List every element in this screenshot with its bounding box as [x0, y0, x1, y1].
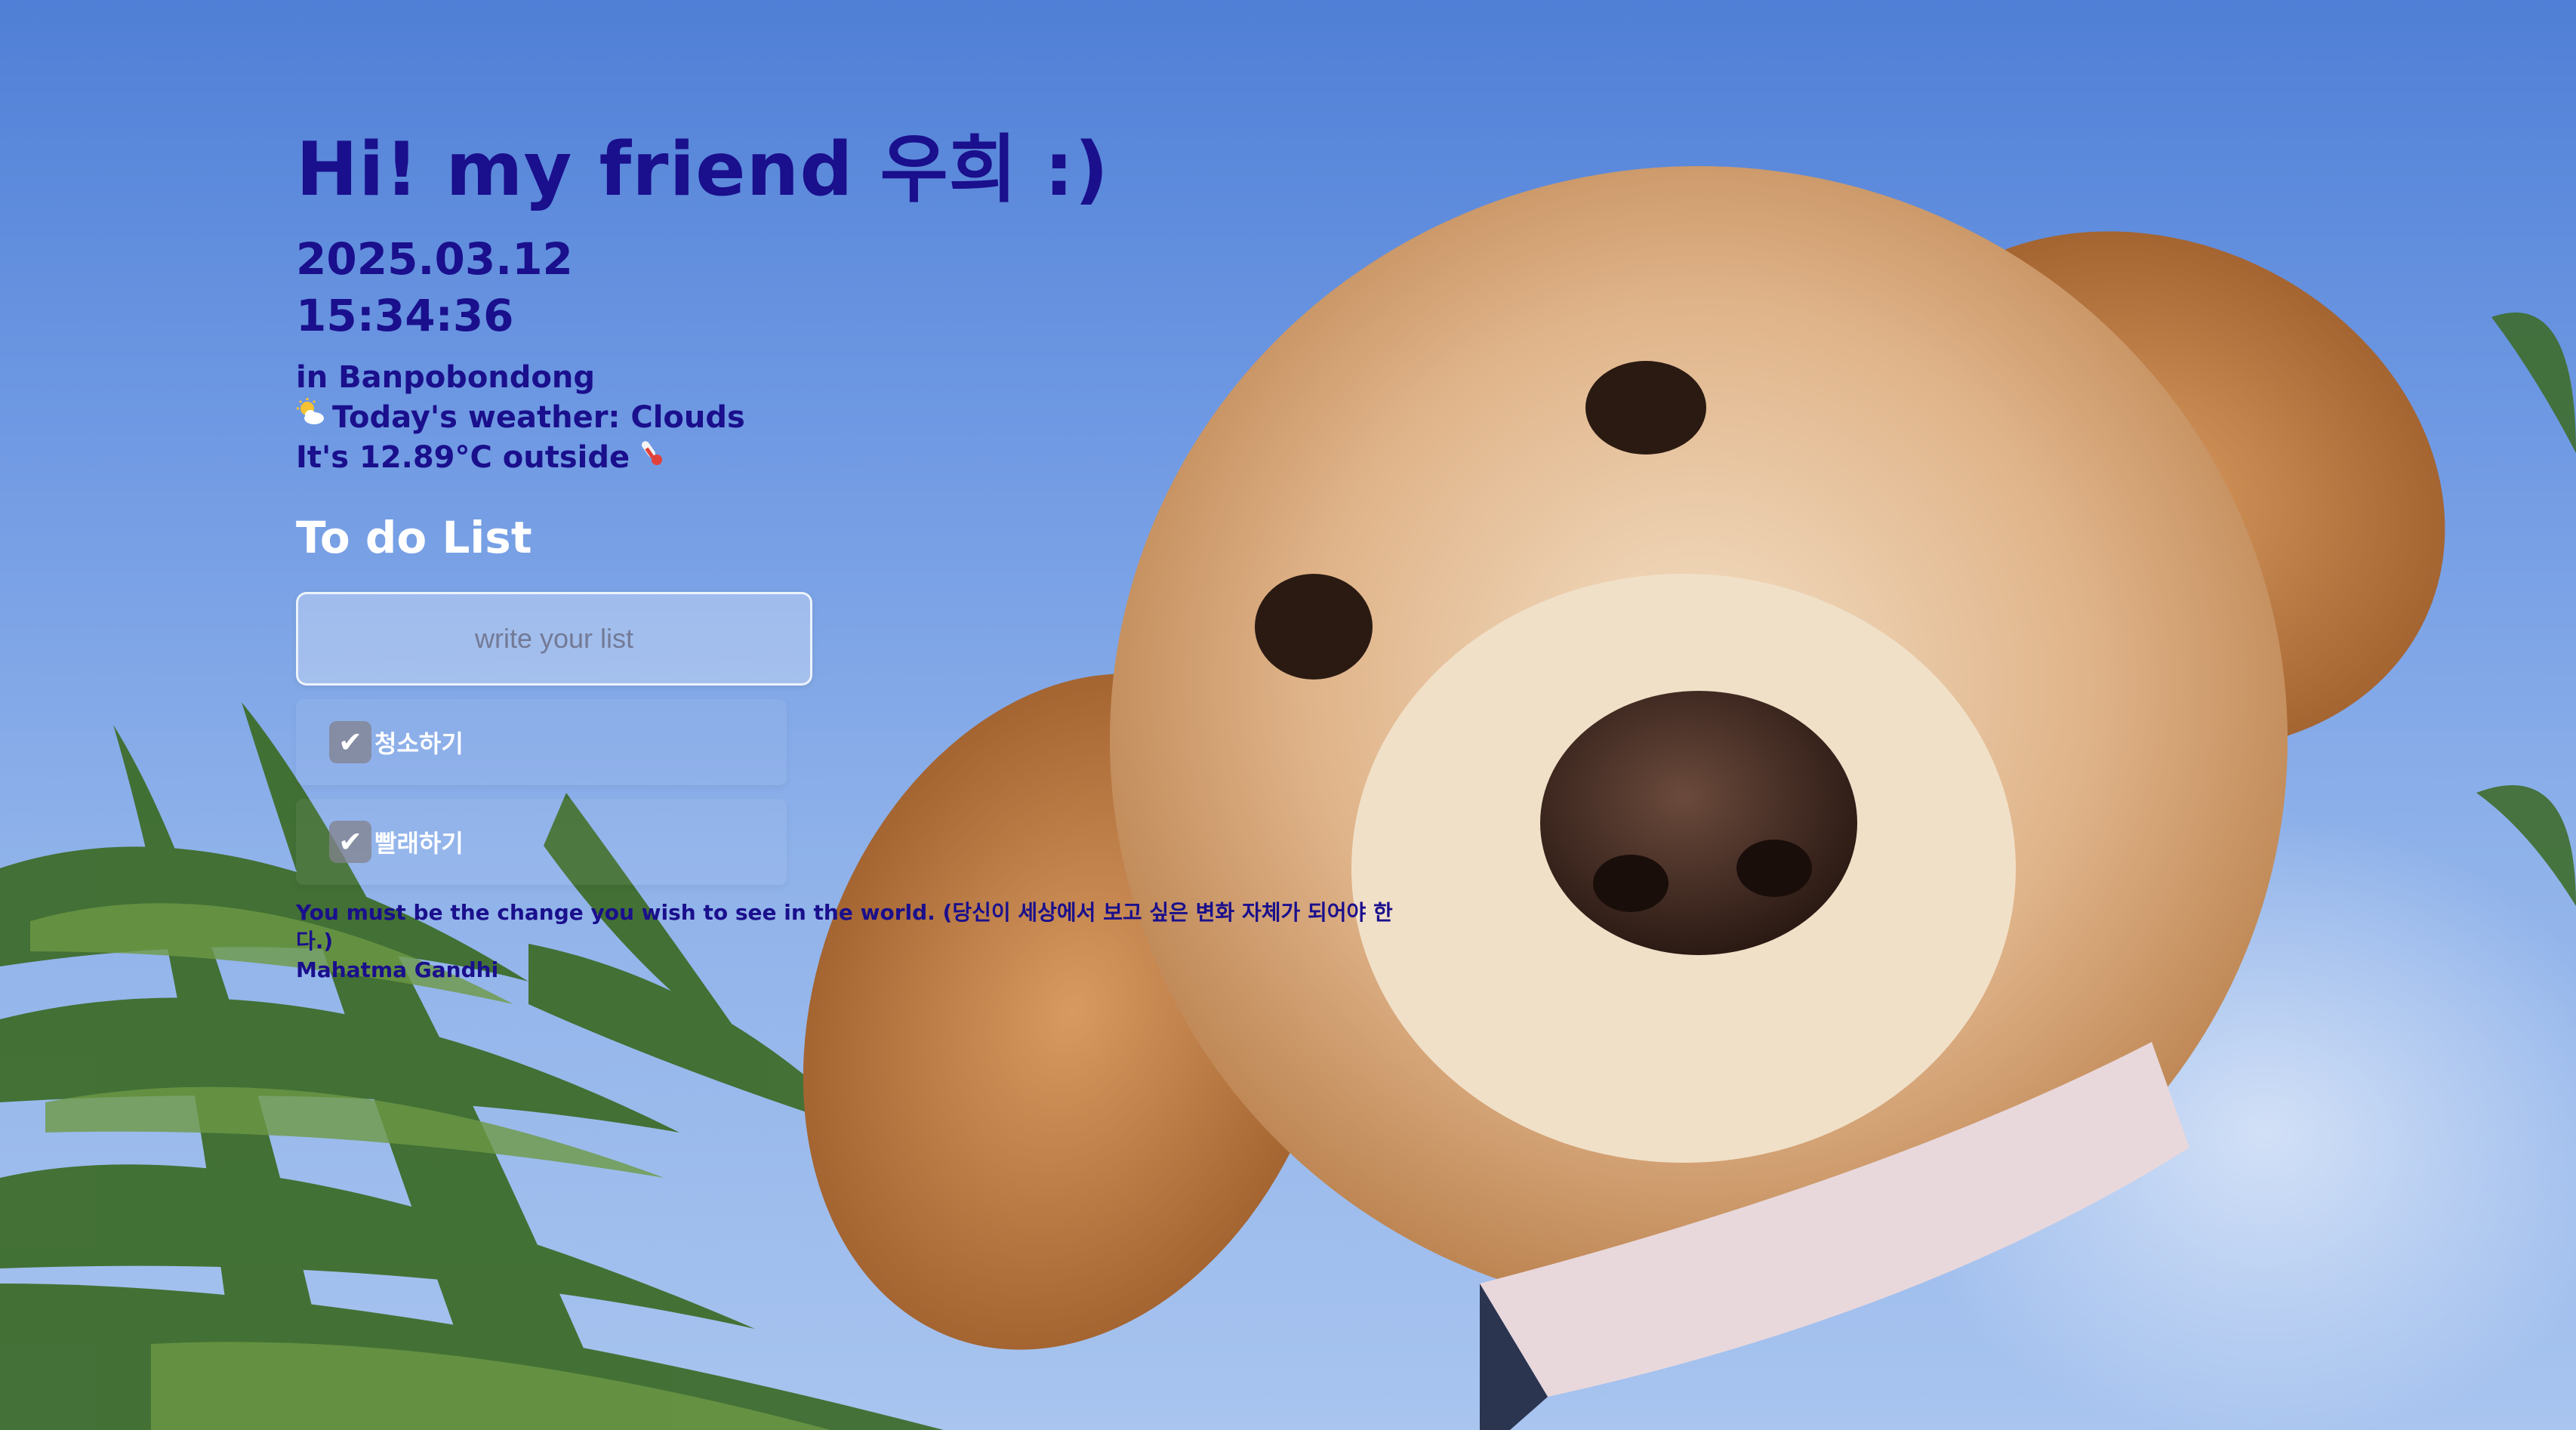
todo-item-text: 청소하기 — [374, 729, 464, 758]
todo-item: ✔ 빨래하기 — [296, 799, 787, 885]
quote-author: Mahatma Gandhi — [296, 957, 499, 982]
quote-text: You must be the change you wish to see i… — [296, 900, 1393, 954]
temperature-text: It's 12.89°C outside — [296, 439, 630, 475]
temperature-line: It's 12.89°C outside — [296, 437, 1428, 477]
greeting-heading: Hi! my friend 우희 :) — [296, 127, 1110, 213]
weather-line: Today's weather: Clouds — [296, 397, 1428, 437]
todo-item-text: 빨래하기 — [374, 829, 464, 858]
weather-info: in Banpobondong Today's weather: Clouds — [296, 358, 1428, 477]
weather-text: Today's weather: Clouds — [332, 399, 745, 435]
sun-behind-cloud-icon — [296, 397, 326, 437]
main-content: Hi! my friend 우희 :) 2025.03.12 15:34:36 … — [296, 113, 1428, 985]
thermometer-icon — [637, 437, 667, 477]
check-button[interactable]: ✔ — [329, 721, 371, 763]
quote-block: You must be the change you wish to see i… — [296, 898, 1428, 985]
todo-list: ✔ 청소하기 ✔ 빨래하기 — [296, 699, 1428, 885]
todo-item: ✔ 청소하기 — [296, 699, 787, 785]
current-date: 2025.03.12 — [296, 233, 573, 285]
location-text: in Banpobondong — [296, 360, 595, 395]
check-button[interactable]: ✔ — [329, 821, 371, 863]
current-time: 15:34:36 — [296, 290, 514, 341]
todo-input[interactable] — [296, 592, 812, 686]
todo-title: To do List — [296, 512, 532, 563]
